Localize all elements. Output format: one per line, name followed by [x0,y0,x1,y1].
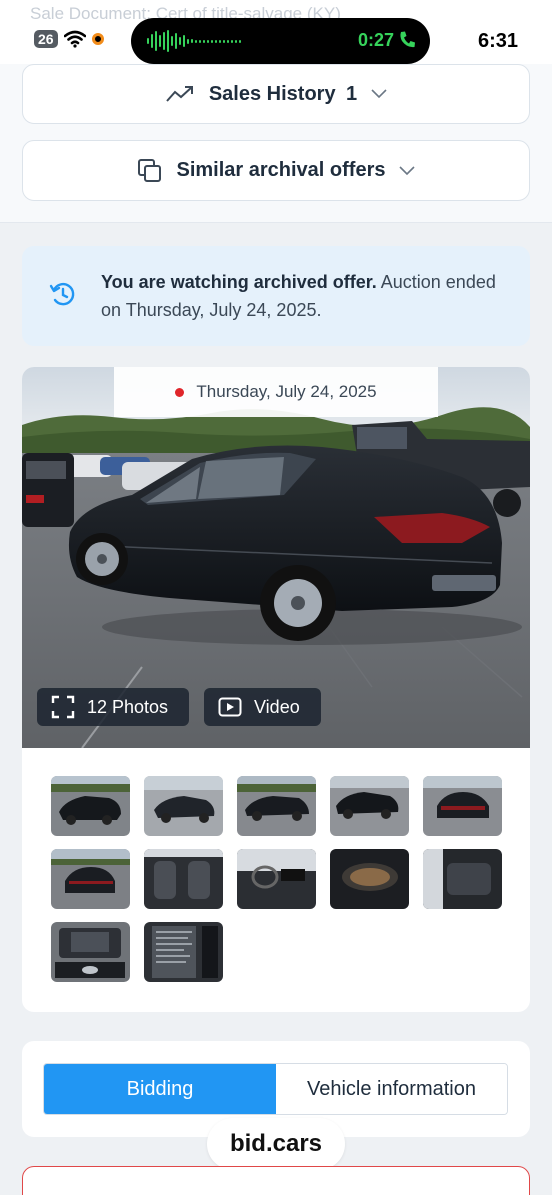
status-bar: Sale Document: Cert of title-salvage (KY… [0,0,552,64]
trending-up-icon [166,86,193,102]
sales-history-toggle[interactable]: Sales History 1 [22,64,530,124]
thumbnail-exterior-left[interactable] [330,776,409,836]
play-icon [218,697,242,717]
thumbnail-exterior-front-left[interactable] [51,776,130,836]
chevron-down-icon [371,89,387,99]
tab-bidding[interactable]: Bidding [44,1064,276,1114]
recording-indicator-icon [91,33,104,45]
section-tabs: Bidding Vehicle information [43,1063,508,1115]
photos-count-label: 12 Photos [87,696,169,717]
status-icons: 26 [34,30,104,48]
notice-bold-text: You are watching archived offer. [101,272,377,292]
thumbnail-exterior-rear[interactable] [423,776,502,836]
similar-offers-toggle[interactable]: Similar archival offers [22,140,530,201]
copy-icon [137,158,161,182]
thumbnail-dashboard[interactable] [237,849,316,909]
archived-offer-notice: You are watching archived offer. Auction… [22,246,530,346]
phone-icon [400,31,415,48]
thumbnail-instrument-cluster[interactable] [330,849,409,909]
thumbnail-exterior-rear-lot[interactable] [51,849,130,909]
tab-vehicle-information[interactable]: Vehicle information [276,1064,507,1114]
photo-gallery: Thursday, July 24, 2025 12 Photos Video [22,367,530,1012]
chevron-down-icon [399,165,416,175]
battery-badge: 26 [34,30,58,48]
bidding-section-card [22,1166,530,1195]
sale-document-label: Sale Document: [30,4,151,23]
wifi-icon [63,30,86,48]
thumbnail-door-sticker[interactable] [144,922,223,982]
photos-button[interactable]: 12 Photos [37,688,189,726]
audio-waveform-icon [147,30,241,52]
auction-date: Thursday, July 24, 2025 [196,382,377,401]
thumbnail-grid [51,776,511,982]
notice-text: You are watching archived offer. Auction… [101,268,501,324]
thumbnail-exterior-side[interactable] [237,776,316,836]
video-label: Video [254,696,300,717]
bidcars-watermark: bid.cars [207,1118,345,1170]
thumbnail-rear-seats[interactable] [423,849,502,909]
sales-history-label: Sales History [208,82,336,105]
history-panel: Sales History 1 Similar archival offers [0,64,552,223]
thumbnail-interior-front-seats[interactable] [144,849,223,909]
thumbnail-exterior-front-right[interactable] [144,776,223,836]
video-button[interactable]: Video [204,688,321,726]
similar-offers-label: Similar archival offers [176,159,386,181]
clock: 6:31 [477,30,518,52]
dynamic-island-call[interactable]: 0:27 [131,18,430,64]
live-dot-icon [175,387,185,397]
history-icon [49,282,75,306]
thumbnail-engine-bay[interactable] [51,922,130,982]
main-car-photo[interactable]: Thursday, July 24, 2025 12 Photos Video [22,367,530,748]
auction-date-badge: Thursday, July 24, 2025 [114,367,438,417]
call-duration: 0:27 [357,30,394,50]
sales-history-count: 1 [346,82,358,105]
fullscreen-icon [51,695,75,719]
